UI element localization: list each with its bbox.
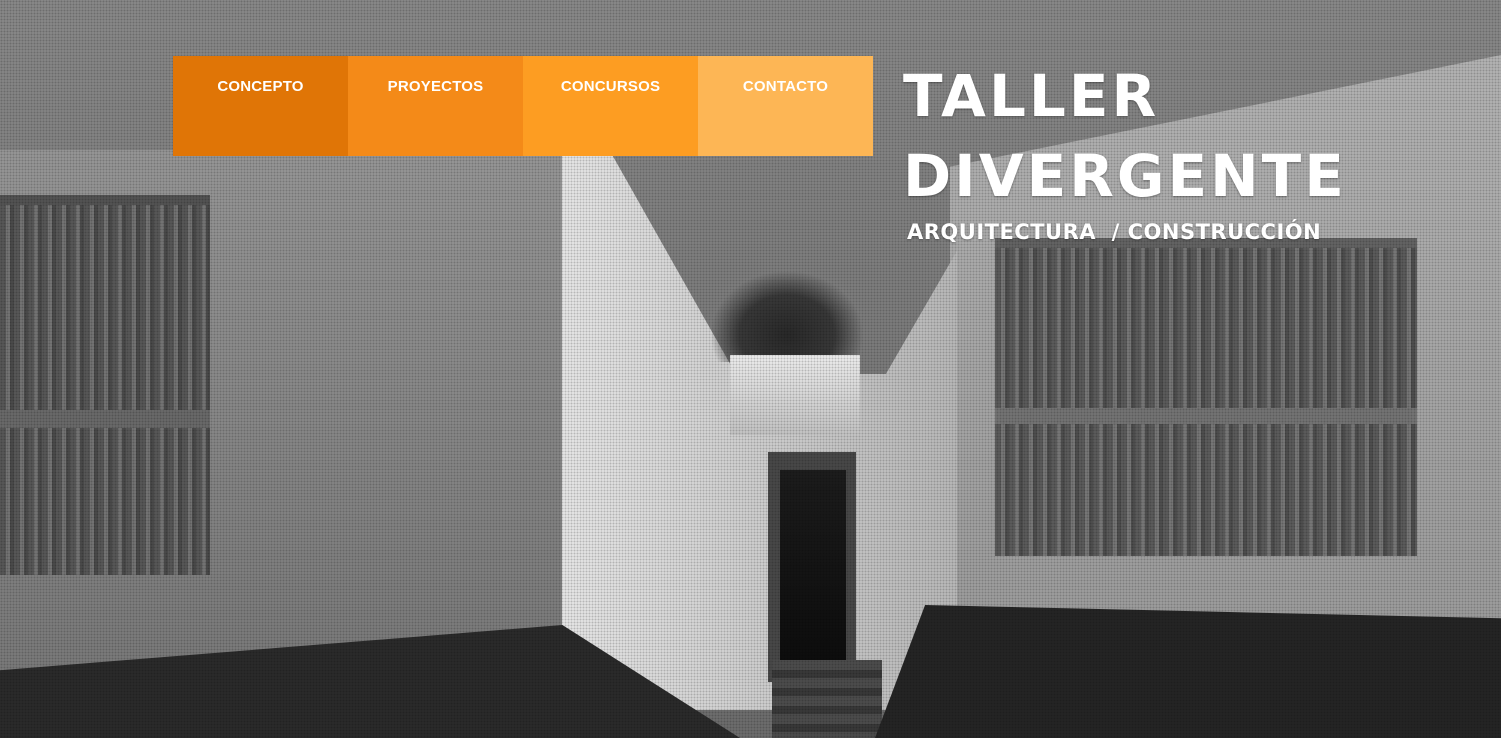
brand-logo[interactable]: TALLER DIVERGENTE ARQUITECTURA / CONSTRU… — [903, 56, 1347, 244]
nav-concepto-label: CONCEPTO — [217, 78, 304, 95]
plant — [712, 272, 862, 362]
door — [780, 470, 846, 675]
nav-contacto-label: CONTACTO — [742, 78, 829, 95]
brand-title-line1: TALLER — [903, 62, 1160, 130]
brand-tagline: ARQUITECTURA / CONSTRUCCIÓN — [907, 220, 1322, 244]
nav-concepto[interactable]: CONCEPTO — [173, 56, 348, 156]
nav-concursos[interactable]: CONCURSOS — [523, 56, 698, 156]
brand-title-line2: DIVERGENTE — [903, 142, 1347, 210]
steps — [772, 660, 882, 738]
window-left — [0, 195, 210, 575]
nav-proyectos-label: PROYECTOS — [387, 78, 484, 95]
nav-concursos-label: CONCURSOS — [560, 78, 661, 95]
planter — [730, 355, 860, 435]
window-right — [995, 238, 1417, 556]
nav-proyectos[interactable]: PROYECTOS — [348, 56, 523, 156]
nav-contacto[interactable]: CONTACTO — [698, 56, 873, 156]
canopy-right — [875, 605, 1501, 738]
main-nav: CONCEPTO PROYECTOS CONCURSOS CONTACTO — [173, 56, 873, 156]
